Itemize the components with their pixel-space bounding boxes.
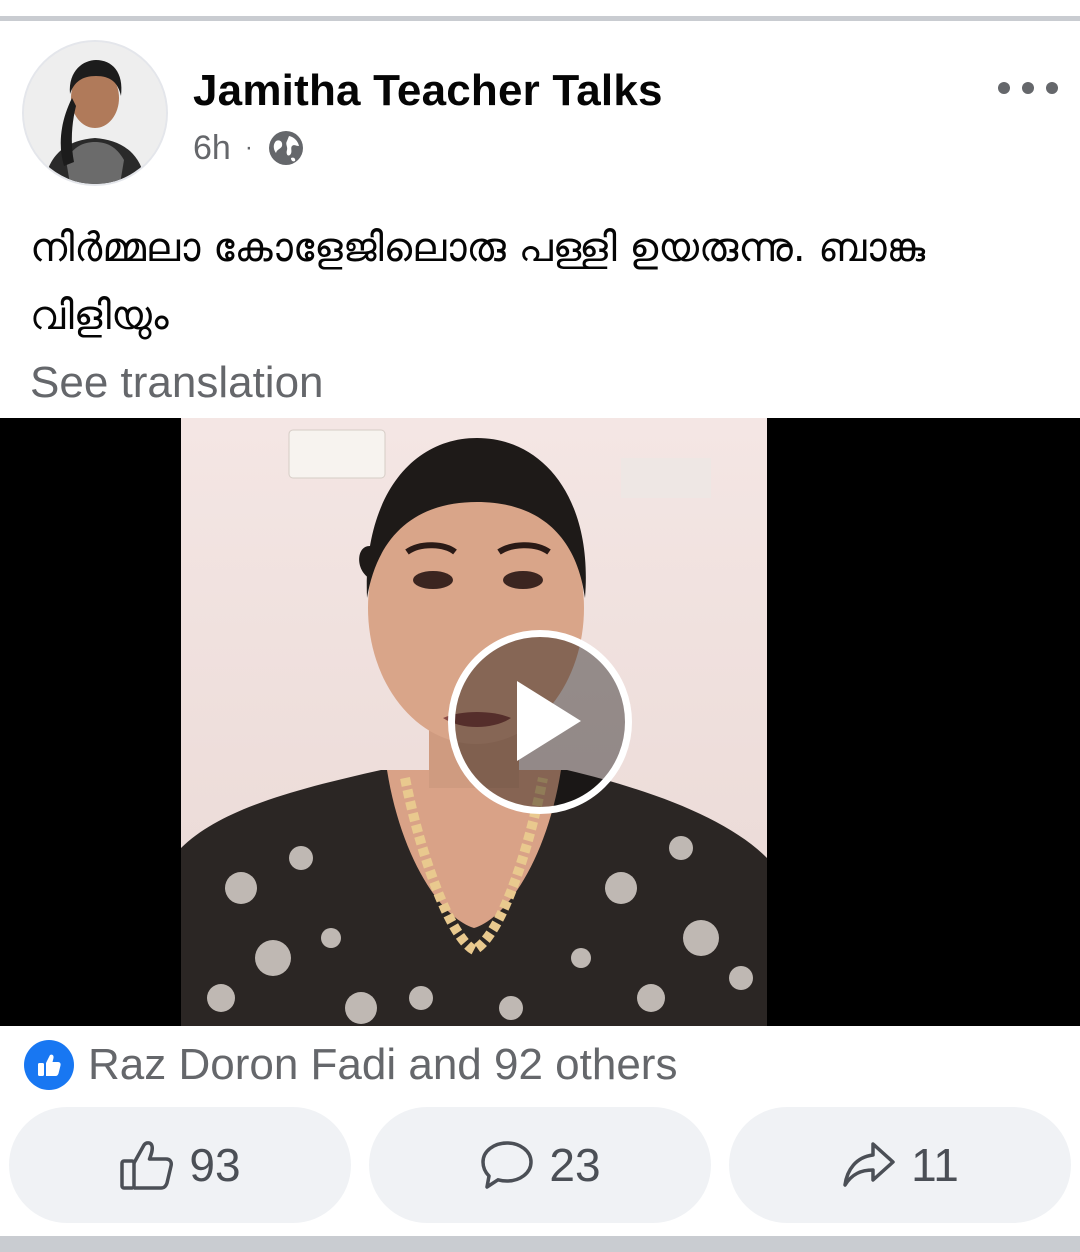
reactions-text: Raz Doron Fadi and 92 others bbox=[88, 1040, 678, 1089]
post-author-name[interactable]: Jamitha Teacher Talks bbox=[193, 66, 663, 116]
meta-separator: · bbox=[244, 134, 253, 161]
top-divider bbox=[0, 16, 1080, 21]
author-avatar[interactable] bbox=[24, 42, 166, 184]
more-dot-icon bbox=[1022, 82, 1034, 94]
share-icon bbox=[843, 1142, 895, 1187]
like-count: 93 bbox=[189, 1139, 241, 1191]
globe-icon bbox=[267, 129, 305, 167]
more-dot-icon bbox=[998, 82, 1010, 94]
share-count: 11 bbox=[911, 1139, 959, 1191]
like-button[interactable]: 93 bbox=[9, 1107, 351, 1223]
bottom-divider bbox=[0, 1236, 1080, 1252]
see-translation-link[interactable]: See translation bbox=[30, 358, 324, 408]
play-icon bbox=[517, 681, 581, 761]
share-button[interactable]: 11 bbox=[729, 1107, 1071, 1223]
comment-count: 23 bbox=[549, 1139, 601, 1191]
post-meta: 6h · bbox=[193, 126, 305, 170]
like-badge-icon bbox=[24, 1040, 74, 1090]
comment-button[interactable]: 23 bbox=[369, 1107, 711, 1223]
reactions-summary[interactable]: Raz Doron Fadi and 92 others bbox=[24, 1040, 677, 1090]
video-player[interactable] bbox=[0, 418, 1080, 1026]
avatar-image bbox=[24, 42, 166, 184]
post-text: നിർമ്മലാ കോളേജിലൊരു പള്ളി ഉയരുന്നു. ബാങ്… bbox=[30, 225, 926, 339]
play-button[interactable] bbox=[448, 630, 632, 814]
more-options-button[interactable] bbox=[998, 72, 1058, 104]
comment-icon bbox=[481, 1141, 534, 1189]
post-timestamp[interactable]: 6h bbox=[193, 129, 231, 168]
more-dot-icon bbox=[1046, 82, 1058, 94]
thumbs-up-icon bbox=[120, 1141, 174, 1190]
